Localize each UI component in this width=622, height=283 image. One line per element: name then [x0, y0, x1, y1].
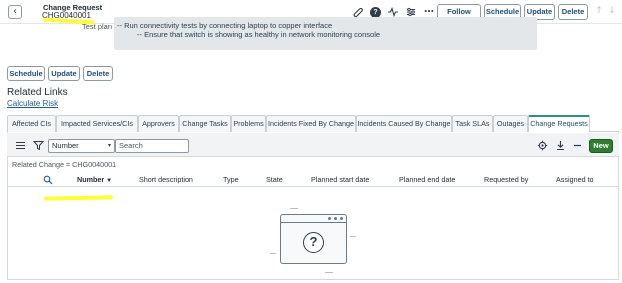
column-header-state[interactable]: State — [266, 175, 283, 184]
illustration-dot — [340, 217, 343, 220]
question-mark-icon: ? — [303, 232, 324, 253]
search-field-select-value: Number — [52, 141, 79, 150]
arrow-down-icon[interactable]: ↓ — [607, 6, 617, 18]
tab-approvers[interactable]: Approvers — [138, 115, 179, 132]
column-header-divider — [7, 186, 619, 187]
update-button-bottom[interactable]: Update — [48, 66, 80, 81]
tab-incidents-fixed[interactable]: Incidents Fixed By Change — [266, 115, 356, 132]
test-plan-label: Test plan — [82, 22, 113, 31]
column-header-assigned-to[interactable]: Assigned to — [556, 175, 594, 184]
decor-dash — [325, 272, 333, 273]
illustration-dot — [328, 217, 331, 220]
column-search-icon[interactable] — [43, 175, 53, 185]
column-header-planned-start[interactable]: Planned start date — [311, 175, 369, 184]
delete-button-bottom[interactable]: Delete — [83, 66, 113, 81]
decor-dash — [290, 208, 298, 209]
decor-dash — [270, 253, 276, 254]
delete-button[interactable]: Delete — [558, 4, 588, 20]
chevron-left-icon: ‹ — [13, 6, 17, 17]
sort-desc-icon: ▼ — [106, 178, 113, 184]
list-search-input[interactable]: Search — [115, 139, 189, 153]
tab-problems[interactable]: Problems — [231, 115, 266, 132]
arrow-up-icon[interactable]: ↑ — [594, 6, 604, 18]
illustration-dot — [334, 217, 337, 220]
test-plan-line: -- Ensure that switch is showing as heal… — [137, 30, 381, 39]
tab-change-requests[interactable]: Change Requests — [528, 115, 590, 132]
related-links-heading: Related Links — [7, 87, 68, 98]
tab-task-slas[interactable]: Task SLAs — [452, 115, 493, 132]
download-icon[interactable] — [555, 140, 566, 151]
tab-change-tasks[interactable]: Change Tasks — [179, 115, 231, 132]
gear-icon[interactable] — [537, 140, 548, 151]
column-header-planned-end[interactable]: Planned end date — [399, 175, 455, 184]
calculate-risk-link[interactable]: Calculate Risk — [7, 99, 58, 108]
tab-affected-cis[interactable]: Affected CIs — [7, 115, 56, 132]
back-button[interactable]: ‹ — [8, 5, 22, 19]
search-field-select[interactable]: Number ▾ — [48, 139, 115, 153]
filter-breadcrumb[interactable]: Related Change = CHG0040001 — [12, 160, 116, 169]
test-plan-field[interactable]: -- Run connectivity tests by connecting … — [114, 17, 537, 50]
empty-list-illustration: ? — [280, 214, 347, 264]
column-header-type[interactable]: Type — [223, 175, 239, 184]
related-lists-tabs: Affected CIs Impacted Services/CIs Appro… — [7, 115, 619, 132]
test-plan-line: -- Run connectivity tests by connecting … — [117, 21, 333, 30]
new-button[interactable]: New — [589, 139, 613, 153]
tab-incidents-caused[interactable]: Incidents Caused By Change — [356, 115, 452, 132]
caret-down-icon: ▾ — [107, 143, 111, 149]
filter-icon[interactable] — [32, 140, 45, 151]
hamburger-menu-icon[interactable] — [15, 140, 26, 151]
schedule-button-bottom[interactable]: Schedule — [7, 66, 45, 81]
column-header-label: Number — [77, 175, 105, 184]
column-header-short-description[interactable]: Short description — [139, 175, 193, 184]
decor-dash — [350, 236, 356, 237]
column-header-requested-by[interactable]: Requested by — [484, 175, 528, 184]
tab-outages[interactable]: Outages — [493, 115, 528, 132]
column-header-number[interactable]: Number ▼ — [77, 175, 112, 184]
more-icon[interactable]: … — [423, 4, 435, 16]
minimize-icon[interactable] — [572, 140, 583, 151]
tab-impacted-services[interactable]: Impacted Services/CIs — [56, 115, 138, 132]
